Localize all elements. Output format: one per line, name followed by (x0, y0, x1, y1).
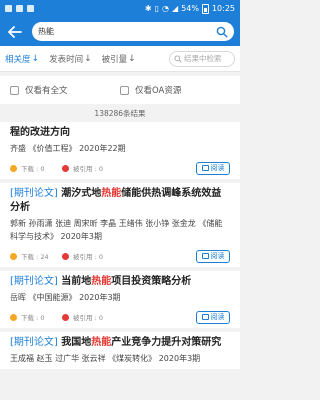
result-meta: 下载 : 24 被引用 : 0 阅读 (10, 249, 230, 263)
result-title: [期刊论文] 潮汐式地热能储能供热调峰系统效益分析 (10, 187, 230, 215)
search-icon[interactable] (216, 26, 228, 38)
arrow-left-icon (8, 25, 22, 38)
read-button[interactable]: 阅读 (196, 310, 230, 324)
result-authors: 岳晖 《中国能源》 2020年3期 (10, 293, 121, 302)
sort-citations-arrow-icon: ↓ (128, 53, 136, 64)
signal-icon: ◢ (172, 4, 179, 13)
result-authors: 齐盛 《价值工程》 2020年22期 (10, 144, 126, 153)
sort-citations[interactable]: 被引量 ↓ (102, 53, 136, 65)
result-item[interactable]: 程的改进方向 齐盛 《价值工程》 2020年22期 下载 : 0 被引用 : 0… (0, 122, 240, 179)
clock: 10:25 (211, 4, 235, 13)
result-type-tag: [期刊论文] (10, 188, 58, 199)
sort-relevance-arrow-icon: ↓ (31, 53, 40, 64)
download-count-text: 下载 : 24 (21, 253, 49, 261)
citation-icon (62, 164, 69, 172)
search-in-results-placeholder: 结果中检索 (184, 54, 222, 63)
status-bar: ✱ ▯ ◔ ◢ 54% 10:25 (0, 0, 240, 17)
fulltext-only-checkbox[interactable]: 仅看有全文 (10, 84, 120, 96)
read-button[interactable]: 阅读 (196, 249, 230, 263)
citation-icon (62, 313, 69, 321)
sort-filter-bar: 相关度 ↓ 发表时间 ↓ 被引量 ↓ 结果中检索 (0, 46, 240, 72)
citation-icon (62, 252, 69, 260)
back-button[interactable] (6, 23, 24, 41)
status-left-icons (5, 5, 34, 12)
app-root: ✱ ▯ ◔ ◢ 54% 10:25 热能 相关度 ↓ 发表时间 ↓ 被引量 ↓ … (0, 0, 240, 400)
fulltext-only-label: 仅看有全文 (25, 86, 68, 96)
result-title: 程的改进方向 (10, 126, 230, 140)
result-title: [期刊论文] 当前地热能项目投资策略分析 (10, 275, 230, 289)
result-title-highlight: 热能 (91, 276, 112, 287)
sort-relevance[interactable]: 相关度 ↓ (5, 53, 39, 65)
bluetooth-icon: ✱ (144, 4, 152, 13)
image-icon (27, 5, 34, 12)
result-title-text: 潮汐式地 (61, 188, 102, 199)
read-button-label: 阅读 (210, 164, 225, 172)
result-title-text: 我国地 (61, 337, 92, 348)
result-item[interactable]: [期刊论文] 我国地热能产业竞争力提升对策研究 王成福 赵玉 过广华 张云祥 《… (0, 332, 240, 369)
wifi-icon: ◔ (162, 4, 169, 13)
download-count-text: 下载 : 0 (21, 165, 45, 173)
oa-only-checkbox[interactable]: 仅看OA资源 (120, 84, 230, 96)
result-title-text: 当前地 (61, 276, 92, 287)
battery-icon (201, 3, 209, 14)
sort-citations-label: 被引量 (101, 54, 128, 65)
download-count: 下载 : 0 (10, 312, 62, 322)
citation-count: 被引用 : 0 (62, 251, 114, 261)
citation-count-text: 被引用 : 0 (73, 165, 103, 173)
search-header: 热能 (0, 17, 240, 46)
result-item[interactable]: [期刊论文] 潮汐式地热能储能供热调峰系统效益分析 郭新 孙雨潇 张迪 周宋昕 … (0, 183, 240, 267)
status-right: ✱ ▯ ◔ ◢ 54% 10:25 (144, 3, 235, 14)
battery-percent: 54% (181, 4, 199, 13)
read-button-label: 阅读 (210, 313, 225, 321)
result-title-text: 程的改进方向 (10, 127, 70, 138)
result-item[interactable]: [期刊论文] 当前地热能项目投资策略分析 岳晖 《中国能源》 2020年3期 下… (0, 271, 240, 328)
citation-count-text: 被引用 : 0 (73, 314, 103, 322)
download-count-text: 下载 : 0 (21, 314, 45, 322)
result-type-tag: [期刊论文] (10, 337, 58, 348)
result-title-text-rest: 产业竞争力提升对策研究 (111, 337, 222, 348)
read-button-label: 阅读 (210, 252, 225, 260)
search-icon (174, 54, 182, 63)
download-count: 下载 : 0 (10, 163, 62, 173)
result-title-highlight: 热能 (101, 188, 122, 199)
citation-count: 被引用 : 0 (62, 163, 114, 173)
vibrate-icon: ▯ (154, 4, 160, 13)
book-icon (201, 165, 209, 171)
citation-count-text: 被引用 : 0 (73, 253, 103, 261)
result-authors: 郭新 孙雨潇 张迪 周宋昕 李晶 王绪伟 张小铮 张金龙 《储能科学与技术》 2… (10, 219, 223, 241)
checkbox-icon (120, 85, 129, 95)
app-notification-icon (16, 5, 23, 12)
result-type-tag: [期刊论文] (10, 276, 58, 287)
search-in-results-input[interactable]: 结果中检索 (169, 50, 235, 67)
result-title-highlight: 热能 (91, 337, 112, 348)
citation-count: 被引用 : 0 (62, 312, 114, 322)
notification-icon (5, 5, 12, 12)
result-count: 138286条结果 (94, 108, 146, 118)
download-icon (10, 252, 17, 260)
sort-publish-time-arrow-icon: ↓ (84, 53, 92, 64)
result-meta: 下载 : 0 被引用 : 0 阅读 (10, 161, 230, 175)
search-input[interactable]: 热能 (32, 22, 234, 41)
filter-checkboxes: 仅看有全文 仅看OA资源 (0, 76, 240, 104)
sort-relevance-label: 相关度 (5, 54, 31, 65)
sort-publish-time-label: 发表时间 (49, 54, 84, 65)
download-icon (10, 313, 17, 321)
sort-publish-time[interactable]: 发表时间 ↓ (49, 53, 92, 65)
result-authors: 王成福 赵玉 过广华 张云祥 《煤炭转化》 2020年3期 (10, 354, 201, 363)
download-icon (10, 164, 17, 172)
book-icon (201, 253, 209, 259)
result-title: [期刊论文] 我国地热能产业竞争力提升对策研究 (10, 336, 230, 350)
oa-only-label: 仅看OA资源 (135, 86, 182, 96)
search-keyword: 热能 (38, 27, 54, 36)
read-button[interactable]: 阅读 (196, 161, 230, 175)
book-icon (201, 314, 209, 320)
download-count: 下载 : 24 (10, 251, 62, 261)
result-title-text-rest: 项目投资策略分析 (111, 276, 192, 287)
result-meta: 下载 : 0 被引用 : 0 阅读 (10, 310, 230, 324)
checkbox-icon (10, 85, 19, 95)
